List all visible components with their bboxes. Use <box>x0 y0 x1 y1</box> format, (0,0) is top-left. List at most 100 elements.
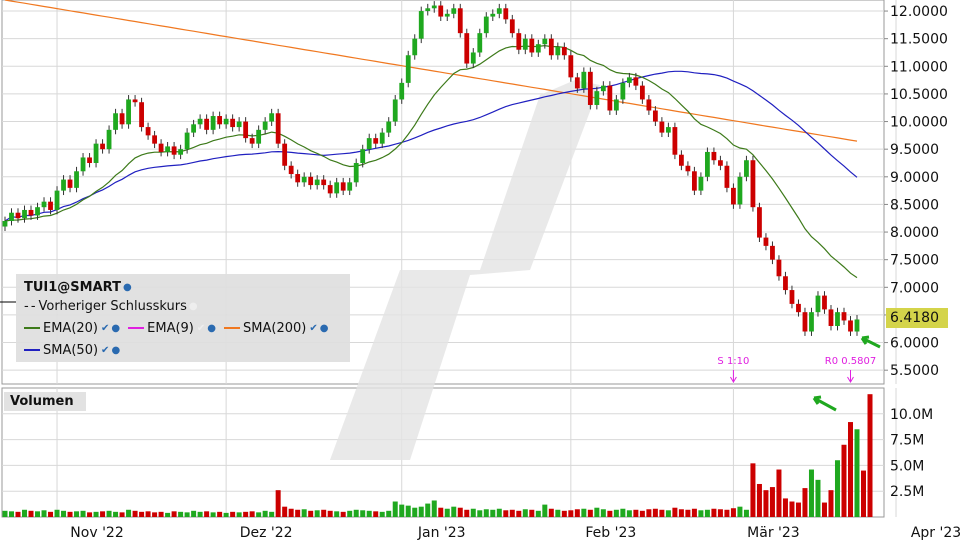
candle-body <box>126 99 131 125</box>
volume-bar <box>607 510 613 517</box>
dash-icon: ‐ ‐ <box>24 298 35 314</box>
candle-body <box>789 290 795 304</box>
candle-body <box>9 212 14 222</box>
legend-prev-close[interactable]: ‐ ‐ Vorheriger Schlusskurs ● <box>16 297 198 315</box>
candle-body <box>535 44 541 53</box>
volume-bar <box>828 490 834 517</box>
volume-bar <box>724 509 730 517</box>
candle-body <box>568 55 574 78</box>
check-icon[interactable]: ✔ <box>101 345 109 356</box>
candle-body <box>581 71 587 89</box>
candle-body <box>776 259 782 277</box>
volume-bar <box>301 509 307 517</box>
volume-bar <box>639 510 645 517</box>
check-icon[interactable]: ✔ <box>309 323 317 334</box>
candle-body <box>35 207 40 216</box>
candle-body <box>607 85 613 111</box>
legend-sma200-label[interactable]: SMA(200) <box>243 321 306 336</box>
eye-icon[interactable]: ● <box>111 323 120 334</box>
volume-bar <box>334 511 340 517</box>
volume-bar <box>821 502 827 517</box>
candle-body <box>171 146 177 155</box>
candle-body <box>405 55 411 83</box>
check-icon[interactable]: ✔ <box>197 323 205 334</box>
legend-symbol-label: TUI1@SMART <box>24 279 121 295</box>
candle-body <box>152 135 157 144</box>
candle-body <box>262 121 268 130</box>
legend-ema9-label[interactable]: EMA(9) <box>147 321 194 336</box>
volume-bar <box>867 394 873 517</box>
candle-body <box>822 295 827 310</box>
candle-body <box>522 38 528 50</box>
volume-bar <box>100 511 106 517</box>
volume-bar <box>503 510 509 517</box>
volume-tick-label: 10.0M <box>890 407 933 423</box>
eye-icon[interactable]: ● <box>111 345 120 356</box>
candle-body <box>464 33 470 64</box>
volume-bar <box>659 509 665 517</box>
candle-body <box>457 8 463 34</box>
volume-bar <box>698 510 704 517</box>
volume-panel-label: Volumen <box>4 392 86 411</box>
volume-bar <box>535 510 541 517</box>
candle-body <box>165 146 170 152</box>
eye-icon[interactable]: ● <box>207 323 216 334</box>
volume-bar <box>35 511 41 517</box>
volume-bar <box>808 469 814 517</box>
eye-icon[interactable]: ● <box>123 282 132 293</box>
volume-bar <box>457 507 463 517</box>
candle-body <box>22 209 27 219</box>
legend-sma50-label[interactable]: SMA(50) <box>43 343 98 358</box>
volume-bar <box>815 479 821 517</box>
eye-icon[interactable]: ● <box>189 301 198 312</box>
volume-bar <box>555 509 561 517</box>
sma50-swatch <box>24 349 40 351</box>
candle-body <box>483 16 489 34</box>
volume-bar <box>353 509 359 517</box>
candle-body <box>750 160 756 208</box>
volume-bar <box>847 422 853 517</box>
candle-body <box>809 312 814 332</box>
time-axis: Nov '22 Dez '22 Jan '23 Feb '23 Mär '23 Apr '… <box>70 525 960 541</box>
eye-icon[interactable]: ● <box>320 323 329 334</box>
time-tick-label: Mär '23 <box>747 525 800 540</box>
volume-bar <box>841 444 847 517</box>
volume-bar <box>282 506 288 517</box>
volume-bar <box>126 509 132 517</box>
candle-body <box>678 154 684 166</box>
ema9-swatch <box>128 327 145 329</box>
volume-bar <box>646 509 652 517</box>
candle-body <box>848 320 853 332</box>
candle-body <box>191 124 197 133</box>
volume-bar <box>789 501 795 517</box>
candle-body <box>379 132 385 144</box>
candle-body <box>399 82 405 100</box>
volume-bar <box>67 511 73 517</box>
last-price-badge: 6.4180 <box>886 308 948 328</box>
split-annotation-label: R0 0.5807 <box>825 356 876 367</box>
legend-prev-close-label: Vorheriger Schlusskurs <box>38 298 187 314</box>
candle-body <box>223 118 229 125</box>
legend-symbol[interactable]: TUI1@SMART ● <box>16 278 132 296</box>
volume-bar <box>360 510 366 517</box>
sma200-swatch <box>224 327 241 329</box>
volume-bar <box>438 507 444 517</box>
volume-bar <box>210 512 216 517</box>
volume-bar <box>704 509 710 517</box>
candle-body <box>113 113 118 130</box>
volume-bar <box>568 510 574 517</box>
legend-ema20-label[interactable]: EMA(20) <box>43 321 98 336</box>
volume-bar <box>87 512 93 517</box>
volume-bar <box>529 509 535 517</box>
candle-body <box>249 138 255 144</box>
volume-bar <box>763 490 769 517</box>
check-icon[interactable]: ✔ <box>101 323 109 334</box>
ema20-swatch <box>24 327 40 329</box>
volume-bar <box>223 512 229 517</box>
legend: TUI1@SMART ● ‐ ‐ Vorheriger Schlusskurs … <box>16 274 350 362</box>
time-tick-label: Nov '22 <box>70 525 123 540</box>
candle-body <box>692 171 697 191</box>
candle-body <box>516 33 522 50</box>
candle-body <box>731 187 736 205</box>
candle-body <box>360 149 366 163</box>
